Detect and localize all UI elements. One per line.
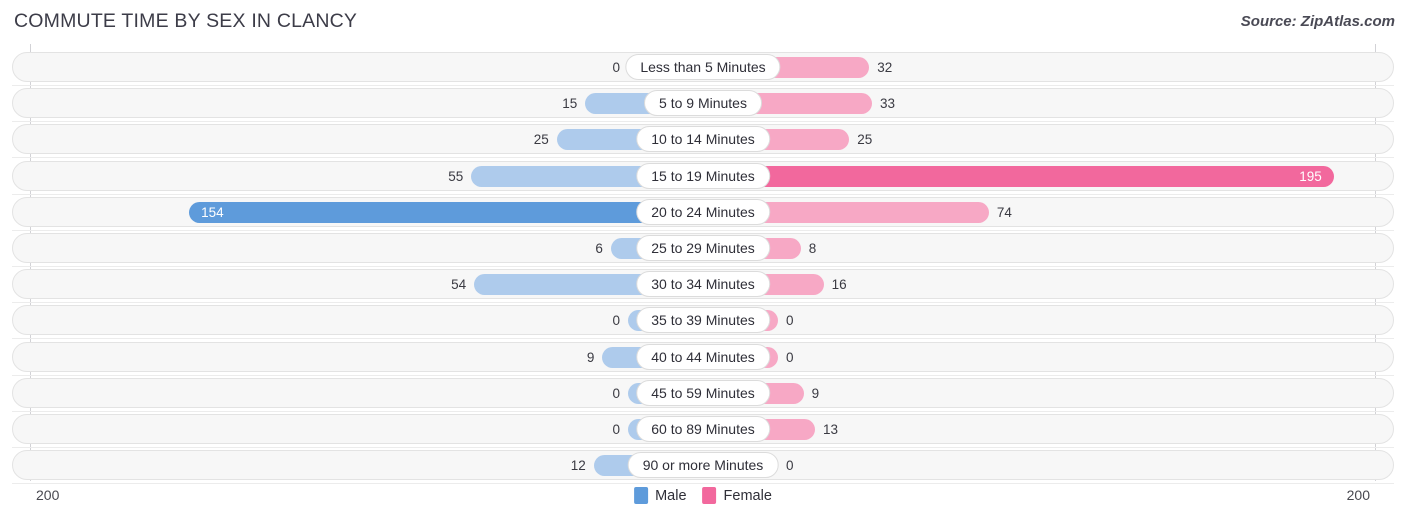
value-label-female: 0 (786, 313, 794, 329)
value-label-male: 55 (448, 168, 464, 184)
legend-item-male[interactable]: Male (634, 487, 687, 504)
chart-row: 0 32 Less than 5 Minutes (12, 52, 1394, 86)
bar-male[interactable] (189, 201, 703, 223)
value-label-male: 0 (612, 60, 620, 75)
chart-row: 25 25 10 to 14 Minutes (12, 124, 1394, 159)
row-separator (12, 229, 1394, 231)
category-label[interactable]: Less than 5 Minutes (625, 54, 781, 80)
value-label-male: 0 (612, 422, 620, 437)
legend-swatch-male-icon (634, 487, 649, 504)
value-label-female: 33 (880, 96, 896, 112)
category-label[interactable]: 5 to 9 Minutes (644, 90, 762, 117)
value-label-female: 13 (823, 422, 839, 437)
chart-row: 55 195 15 to 19 Minutes (12, 160, 1394, 195)
value-label-male: 154 (201, 204, 224, 220)
category-label[interactable]: 25 to 29 Minutes (636, 235, 770, 261)
chart-plot-area: 0 32 Less than 5 Minutes 15 33 5 to 9 Minutes… (0, 44, 1406, 485)
row-separator (12, 447, 1394, 448)
axis-tick-right: 200 (1346, 487, 1370, 503)
value-label-male: 0 (612, 385, 620, 401)
row-separator (12, 193, 1394, 195)
row-separator (12, 302, 1394, 304)
row-separator (12, 85, 1394, 86)
chart-row: 0 13 60 to 89 Minutes (12, 414, 1394, 448)
row-separator (12, 338, 1394, 340)
value-label-female: 0 (786, 458, 794, 474)
category-label[interactable]: 20 to 24 Minutes (636, 198, 770, 225)
chart-row: 154 74 20 to 24 Minutes (12, 196, 1394, 231)
chart-row: 12 0 90 or more Minutes (12, 450, 1394, 485)
value-label-female: 9 (811, 385, 820, 401)
category-label[interactable]: 60 to 89 Minutes (636, 416, 770, 442)
category-label[interactable]: 10 to 14 Minutes (636, 126, 770, 153)
category-label[interactable]: 15 to 19 Minutes (636, 162, 770, 189)
legend-label-female: Female (723, 487, 772, 504)
category-label[interactable]: 30 to 34 Minutes (636, 271, 770, 298)
chart-row: 6 8 25 to 29 Minutes (12, 233, 1394, 267)
chart-row: 54 16 30 to 34 Minutes (12, 269, 1394, 304)
value-label-male: 25 (533, 132, 549, 148)
value-label-male: 15 (562, 96, 578, 112)
value-label-female: 32 (877, 60, 893, 75)
bar-female[interactable] (703, 165, 1334, 187)
chart-row: 9 0 40 to 44 Minutes (12, 341, 1394, 376)
page-title: COMMUTE TIME BY SEX IN CLANCY (14, 10, 358, 32)
chart-row: 0 0 35 to 39 Minutes (12, 305, 1394, 340)
source-attribution: Source: ZipAtlas.com (1240, 13, 1395, 30)
value-label-female: 74 (996, 204, 1012, 220)
chart-header: COMMUTE TIME BY SEX IN CLANCY Source: Zi… (0, 0, 1406, 44)
row-separator (12, 410, 1394, 412)
value-label-female: 195 (1299, 168, 1322, 184)
chart-legend: Male Female (634, 487, 772, 504)
chart-row: 0 9 45 to 59 Minutes (12, 377, 1394, 412)
value-label-female: 16 (831, 277, 847, 293)
chart-footer: 200 200 Male Female (0, 481, 1406, 523)
value-label-male: 0 (612, 313, 620, 329)
value-label-male: 12 (570, 458, 586, 474)
value-label-female: 0 (786, 349, 794, 365)
legend-label-male: Male (655, 487, 687, 504)
row-separator (12, 266, 1394, 267)
chart-row: 15 33 5 to 9 Minutes (12, 88, 1394, 123)
value-label-male: 54 (451, 277, 467, 293)
row-separator (12, 157, 1394, 159)
row-separator (12, 374, 1394, 376)
value-label-female: 25 (857, 132, 873, 148)
chart-page: COMMUTE TIME BY SEX IN CLANCY Source: Zi… (0, 0, 1406, 523)
category-label[interactable]: 35 to 39 Minutes (636, 307, 770, 334)
value-label-male: 6 (595, 241, 603, 256)
value-label-female: 8 (808, 241, 817, 256)
legend-item-female[interactable]: Female (702, 487, 772, 504)
legend-swatch-female-icon (702, 487, 717, 504)
row-separator (12, 121, 1394, 123)
category-label[interactable]: 40 to 44 Minutes (636, 343, 770, 370)
category-label[interactable]: 45 to 59 Minutes (636, 379, 770, 406)
axis-tick-left: 200 (36, 487, 60, 503)
category-label[interactable]: 90 or more Minutes (627, 452, 779, 479)
value-label-male: 9 (586, 349, 595, 365)
